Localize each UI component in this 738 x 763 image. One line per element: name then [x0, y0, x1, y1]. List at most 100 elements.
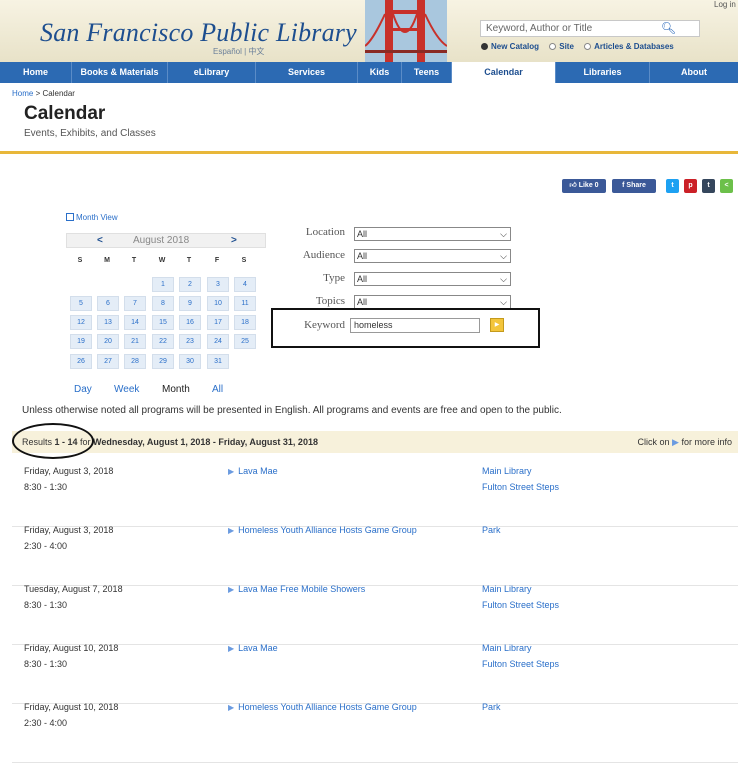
- nav-teens[interactable]: Teens: [402, 62, 452, 83]
- results-info: Click on ▶ for more info: [637, 437, 733, 447]
- calendar-day[interactable]: 28: [124, 354, 146, 369]
- nav-books-materials[interactable]: Books & Materials: [72, 62, 168, 83]
- facebook-like-button[interactable]: 👍︎ Like 0: [562, 179, 606, 193]
- type-select[interactable]: All ⌵: [354, 272, 511, 286]
- language-notice: Unless otherwise noted all programs will…: [22, 405, 562, 416]
- calendar-day[interactable]: 14: [124, 315, 146, 330]
- event-location[interactable]: Park: [482, 525, 501, 535]
- event-time: 2:30 - 4:00: [24, 541, 68, 551]
- view-day[interactable]: Day: [74, 384, 92, 395]
- scope-site[interactable]: Site: [549, 42, 574, 51]
- calendar-day[interactable]: 26: [70, 354, 92, 369]
- calendar-day[interactable]: 23: [179, 334, 201, 349]
- share-icon[interactable]: <: [720, 179, 733, 193]
- calendar-day[interactable]: 15: [152, 315, 174, 330]
- prev-month-button[interactable]: <: [97, 235, 103, 246]
- calendar-day[interactable]: 9: [179, 296, 201, 311]
- site-logo[interactable]: San Francisco Public Library: [40, 18, 357, 48]
- nav-elibrary[interactable]: eLibrary: [168, 62, 256, 83]
- event-row: Friday, August 10, 2018 2:30 - 4:00 ▶ Homel…: [12, 702, 738, 763]
- calendar-month: August 2018: [133, 235, 190, 246]
- calendar-day[interactable]: 19: [70, 334, 92, 349]
- event-title-link[interactable]: ▶ Lava Mae: [228, 466, 278, 476]
- calendar-day[interactable]: 27: [97, 354, 119, 369]
- event-location[interactable]: Main Library: [482, 584, 532, 594]
- results-bar: Results 1 - 14 for Wednesday, August 1, …: [12, 431, 738, 453]
- nav-kids[interactable]: Kids: [358, 62, 402, 83]
- calendar-day[interactable]: 4: [234, 277, 256, 292]
- nav-services[interactable]: Services: [256, 62, 358, 83]
- next-month-button[interactable]: >: [231, 235, 237, 246]
- audience-label: Audience: [302, 249, 345, 261]
- event-title-link[interactable]: ▶ Lava Mae Free Mobile Showers: [228, 584, 365, 594]
- breadcrumb-home[interactable]: Home: [12, 89, 33, 98]
- tumblr-icon[interactable]: t: [702, 179, 715, 193]
- event-title-link[interactable]: ▶ Homeless Youth Alliance Hosts Game Grou…: [228, 525, 417, 535]
- expand-arrow-icon: ▶: [228, 467, 235, 476]
- calendar-day[interactable]: 21: [124, 334, 146, 349]
- nav-libraries[interactable]: Libraries: [556, 62, 650, 83]
- search-icon[interactable]: 🔍︎: [660, 20, 677, 37]
- view-week[interactable]: Week: [114, 384, 139, 395]
- event-location[interactable]: Park: [482, 702, 501, 712]
- facebook-share-button[interactable]: f Share: [612, 179, 656, 193]
- golden-gate-bridge-image: [365, 0, 447, 62]
- calendar-day[interactable]: 1: [152, 277, 174, 292]
- calendar-day[interactable]: 12: [70, 315, 92, 330]
- calendar-day[interactable]: 20: [97, 334, 119, 349]
- calendar-day[interactable]: 2: [179, 277, 201, 292]
- event-row: Tuesday, August 7, 2018 8:30 - 1:30 ▶ Lava …: [12, 584, 738, 645]
- calendar-day[interactable]: 30: [179, 354, 201, 369]
- calendar-day[interactable]: 24: [207, 334, 229, 349]
- audience-select[interactable]: All ⌵: [354, 249, 511, 263]
- calendar-day[interactable]: 7: [124, 296, 146, 311]
- event-location-detail[interactable]: Fulton Street Steps: [482, 600, 559, 610]
- scope-articles[interactable]: Articles & Databases: [584, 42, 674, 51]
- nav-home[interactable]: Home: [0, 62, 72, 83]
- calendar-day[interactable]: 25: [234, 334, 256, 349]
- login-link[interactable]: Log in: [714, 0, 736, 9]
- event-date: Tuesday, August 7, 2018: [24, 584, 123, 594]
- annotation-rectangle: [271, 308, 540, 348]
- calendar-day[interactable]: 22: [152, 334, 174, 349]
- annotation-circle: [12, 423, 94, 459]
- divider: [0, 151, 738, 154]
- event-location[interactable]: Main Library: [482, 466, 532, 476]
- event-title-link[interactable]: ▶ Lava Mae: [228, 643, 278, 653]
- calendar-day[interactable]: 11: [234, 296, 256, 311]
- event-title-link[interactable]: ▶ Homeless Youth Alliance Hosts Game Grou…: [228, 702, 417, 712]
- event-row: Friday, August 10, 2018 8:30 - 1:30 ▶ Lava …: [12, 643, 738, 704]
- event-location[interactable]: Main Library: [482, 643, 532, 653]
- calendar-header: < August 2018 >: [66, 233, 266, 248]
- calendar-day[interactable]: 3: [207, 277, 229, 292]
- calendar-day[interactable]: 16: [179, 315, 201, 330]
- event-location-detail[interactable]: Fulton Street Steps: [482, 659, 559, 669]
- calendar-day[interactable]: 6: [97, 296, 119, 311]
- calendar-day[interactable]: 10: [207, 296, 229, 311]
- twitter-icon[interactable]: t: [666, 179, 679, 193]
- pinterest-icon[interactable]: p: [684, 179, 697, 193]
- calendar-day[interactable]: 29: [152, 354, 174, 369]
- language-links[interactable]: Español | 中文: [213, 46, 264, 57]
- calendar-day[interactable]: 5: [70, 296, 92, 311]
- event-location-detail[interactable]: Fulton Street Steps: [482, 482, 559, 492]
- calendar-day[interactable]: 31: [207, 354, 229, 369]
- breadcrumb-current: Calendar: [42, 89, 75, 98]
- calendar-day[interactable]: 18: [234, 315, 256, 330]
- topics-select[interactable]: All ⌵: [354, 295, 511, 309]
- location-select[interactable]: All ⌵: [354, 227, 511, 241]
- calendar-day[interactable]: 8: [152, 296, 174, 311]
- calendar-dow-label: S: [241, 257, 247, 264]
- facebook-icon: f: [622, 182, 625, 189]
- calendar-day[interactable]: 17: [207, 315, 229, 330]
- scope-new-catalog[interactable]: New Catalog: [481, 42, 539, 51]
- page-subtitle: Events, Exhibits, and Classes: [24, 128, 156, 139]
- calendar-dow-label: W: [158, 257, 166, 264]
- month-view-link[interactable]: Month View: [66, 213, 118, 222]
- chevron-down-icon: ⌵: [500, 229, 507, 239]
- event-time: 8:30 - 1:30: [24, 659, 68, 669]
- view-all[interactable]: All: [212, 384, 223, 395]
- nav-calendar[interactable]: Calendar: [452, 62, 556, 83]
- calendar-day[interactable]: 13: [97, 315, 119, 330]
- nav-about[interactable]: About: [650, 62, 738, 83]
